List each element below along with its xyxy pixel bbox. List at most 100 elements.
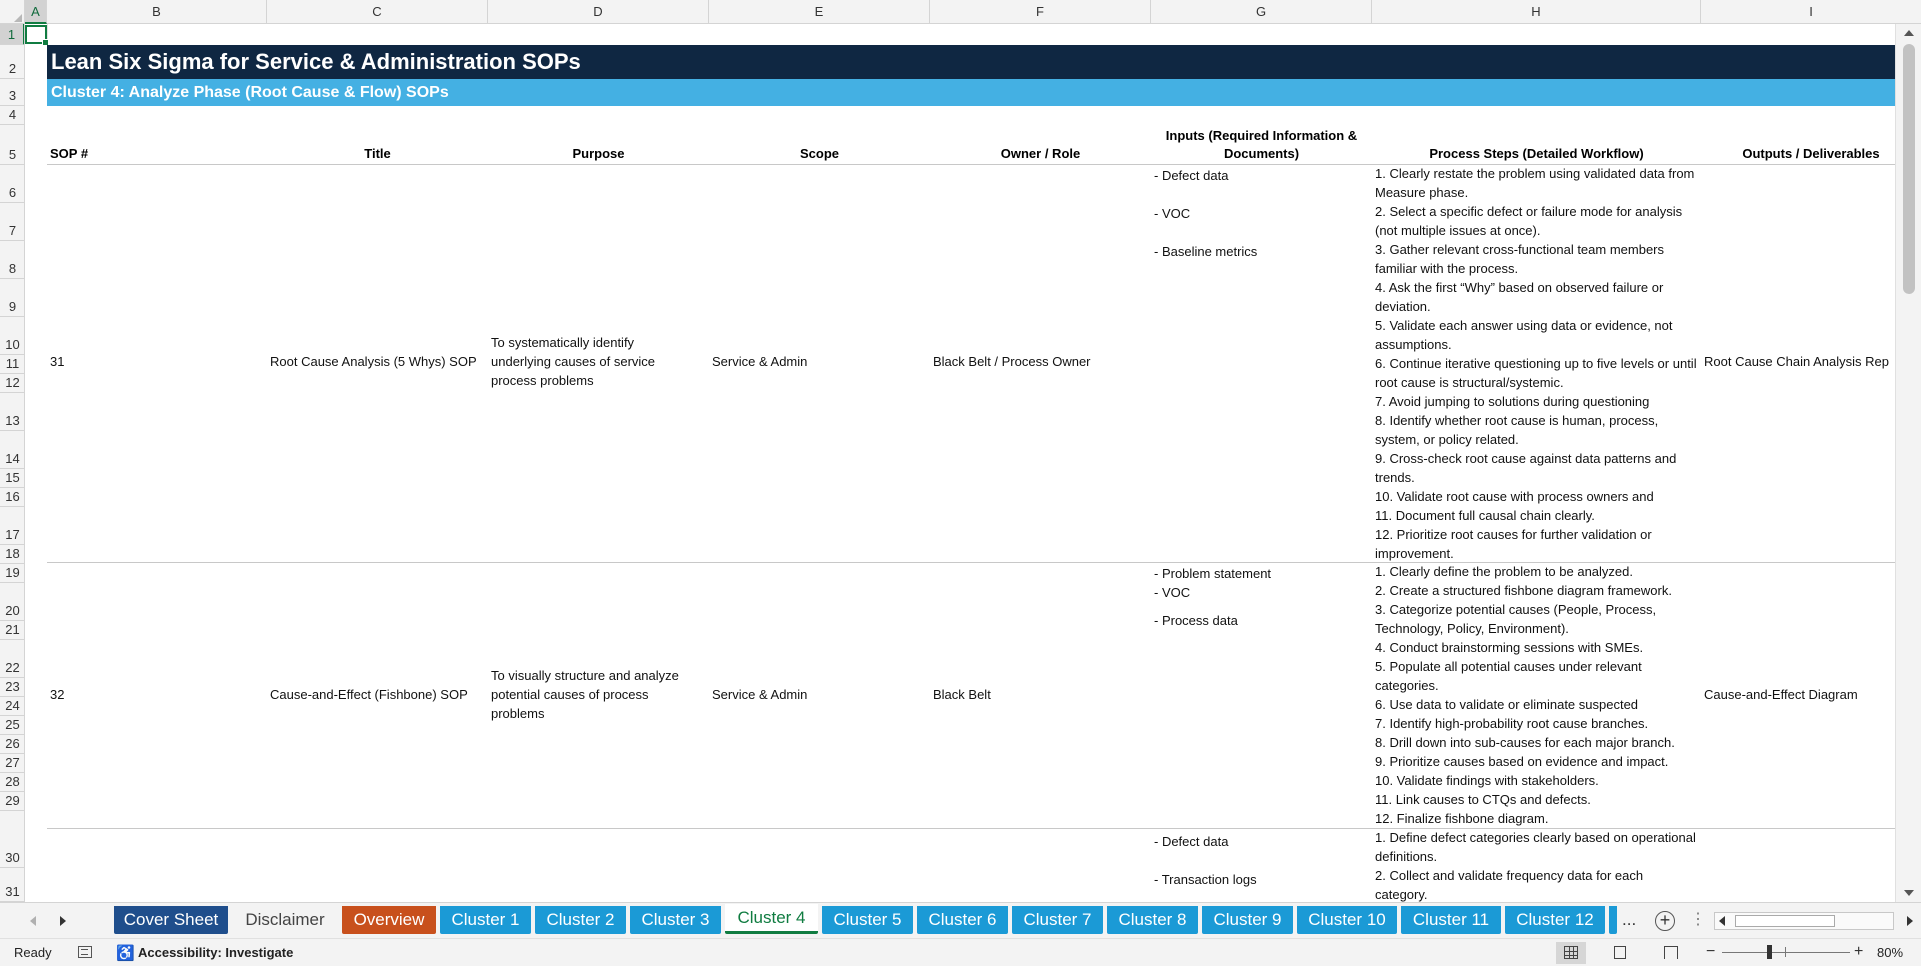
row-header[interactable]: 2 <box>0 45 24 79</box>
tab-options-icon[interactable]: ⋮ <box>1690 909 1706 929</box>
column-header-g[interactable]: G <box>1151 0 1372 24</box>
row-header[interactable]: 10 <box>0 317 24 355</box>
tab-cluster-11[interactable]: Cluster 11 <box>1401 906 1501 934</box>
scroll-up-arrow-icon[interactable] <box>1904 30 1914 36</box>
row-header[interactable]: 30 <box>0 811 24 868</box>
horizontal-scrollbar[interactable] <box>1714 912 1913 930</box>
cell-scope[interactable]: Service & Admin <box>709 352 810 371</box>
column-header-d[interactable]: D <box>488 0 709 24</box>
zoom-out-button[interactable]: − <box>1706 943 1715 961</box>
row-header[interactable]: 14 <box>0 431 24 469</box>
row-header[interactable]: 12 <box>0 374 24 393</box>
row-header[interactable]: 20 <box>0 583 24 621</box>
zoom-in-button[interactable]: + <box>1854 943 1863 961</box>
row-header[interactable]: 18 <box>0 545 24 564</box>
row-header[interactable]: 11 <box>0 355 24 374</box>
page-break-preview-icon <box>1664 946 1678 959</box>
row-header[interactable]: 3 <box>0 79 24 106</box>
row-header[interactable]: 22 <box>0 640 24 678</box>
row-header[interactable]: 4 <box>0 106 24 125</box>
column-header-b[interactable]: B <box>47 0 267 24</box>
scroll-right-arrow-icon[interactable] <box>1907 916 1913 926</box>
cell-purpose[interactable]: To visually structure and analyze potent… <box>488 666 703 723</box>
column-header-a[interactable]: A <box>25 0 47 24</box>
row-header[interactable]: 7 <box>0 203 24 241</box>
page-break-preview-button[interactable] <box>1656 942 1686 964</box>
scroll-thumb[interactable] <box>1903 44 1915 294</box>
row-header[interactable]: 15 <box>0 469 24 488</box>
cell-sop-number[interactable]: 32 <box>47 685 67 704</box>
row-header[interactable]: 28 <box>0 773 24 792</box>
column-header-i[interactable]: I <box>1701 0 1921 24</box>
cell-title[interactable]: Root Cause Analysis (5 Whys) SOP <box>267 352 480 371</box>
cell-purpose[interactable]: To systematically identify underlying ca… <box>488 333 688 390</box>
tab-cluster-3[interactable]: Cluster 3 <box>630 906 721 934</box>
row-header[interactable]: 6 <box>0 165 24 203</box>
select-all-button[interactable] <box>0 0 25 24</box>
tab-cluster-10[interactable]: Cluster 10 <box>1297 906 1397 934</box>
tab-cover-sheet[interactable]: Cover Sheet <box>114 906 228 934</box>
tab-disclaimer[interactable]: Disclaimer <box>232 906 338 934</box>
zoom-slider-thumb[interactable] <box>1767 945 1772 959</box>
tab-cluster-12[interactable]: Cluster 12 <box>1505 906 1605 934</box>
cell-process-steps[interactable]: 1. Clearly restate the problem using val… <box>1372 164 1702 563</box>
tab-partial[interactable] <box>1609 906 1617 934</box>
row-header[interactable]: 25 <box>0 716 24 735</box>
cell-owner[interactable]: Black Belt / Process Owner <box>930 352 1094 371</box>
tab-cluster-9[interactable]: Cluster 9 <box>1202 906 1293 934</box>
cell-title[interactable]: Cause-and-Effect (Fishbone) SOP <box>267 685 471 704</box>
row-header[interactable]: 26 <box>0 735 24 754</box>
scroll-left-arrow-icon[interactable] <box>1719 916 1725 926</box>
cell-process-steps[interactable]: 1. Clearly define the problem to be anal… <box>1372 562 1702 828</box>
row-header[interactable]: 24 <box>0 697 24 716</box>
tab-cluster-2[interactable]: Cluster 2 <box>535 906 626 934</box>
cell-scope[interactable]: Service & Admin <box>709 685 810 704</box>
horizontal-scroll-thumb[interactable] <box>1735 915 1835 927</box>
row-header[interactable]: 29 <box>0 792 24 811</box>
vertical-scrollbar[interactable] <box>1895 24 1921 902</box>
row-header[interactable]: 27 <box>0 754 24 773</box>
row-header[interactable]: 13 <box>0 393 24 431</box>
row-header[interactable]: 23 <box>0 678 24 697</box>
column-header-c[interactable]: C <box>267 0 488 24</box>
row-header[interactable]: 31 <box>0 868 24 902</box>
column-header-e[interactable]: E <box>709 0 930 24</box>
cell-outputs[interactable]: Cause-and-Effect Diagram <box>1701 685 1861 704</box>
row-header[interactable]: 19 <box>0 564 24 583</box>
tab-cluster-1[interactable]: Cluster 1 <box>440 906 531 934</box>
zoom-slider-track[interactable] <box>1722 952 1850 953</box>
add-sheet-icon[interactable]: + <box>1655 911 1675 931</box>
previous-sheet-icon[interactable] <box>30 916 36 926</box>
tab-cluster-4[interactable]: Cluster 4 <box>725 904 818 934</box>
tab-overview[interactable]: Overview <box>342 906 436 934</box>
row-header[interactable]: 16 <box>0 488 24 507</box>
row-header[interactable]: 5 <box>0 125 24 165</box>
next-sheet-icon[interactable] <box>60 916 66 926</box>
accessibility-icon[interactable]: ♿ <box>116 944 135 962</box>
accessibility-status[interactable]: Accessibility: Investigate <box>138 945 293 960</box>
row-header[interactable]: 21 <box>0 621 24 640</box>
tab-cluster-5[interactable]: Cluster 5 <box>822 906 913 934</box>
column-header-f[interactable]: F <box>930 0 1151 24</box>
cell-owner[interactable]: Black Belt <box>930 685 994 704</box>
macro-recording-icon[interactable] <box>78 946 92 958</box>
cell-outputs[interactable]: Root Cause Chain Analysis Rep <box>1701 352 1895 371</box>
zoom-level[interactable]: 80% <box>1877 945 1903 960</box>
active-cell-a1[interactable] <box>25 25 49 46</box>
row-header[interactable]: 1 <box>0 24 24 45</box>
scroll-down-arrow-icon[interactable] <box>1904 890 1914 896</box>
cell-process-steps[interactable]: 1. Define defect categories clearly base… <box>1372 828 1702 902</box>
row-header[interactable]: 8 <box>0 241 24 279</box>
worksheet-grid[interactable]: Lean Six Sigma for Service & Administrat… <box>25 24 1895 902</box>
row-header[interactable]: 9 <box>0 279 24 317</box>
tab-cluster-6[interactable]: Cluster 6 <box>917 906 1008 934</box>
row-header[interactable]: 17 <box>0 507 24 545</box>
step-item: 4. Conduct brainstorming sessions with S… <box>1375 640 1644 655</box>
column-header-h[interactable]: H <box>1372 0 1701 24</box>
page-layout-button[interactable] <box>1606 942 1636 964</box>
normal-view-button[interactable] <box>1556 942 1586 964</box>
tab-cluster-8[interactable]: Cluster 8 <box>1107 906 1198 934</box>
tab-cluster-7[interactable]: Cluster 7 <box>1012 906 1103 934</box>
cell-sop-number[interactable]: 31 <box>47 352 67 371</box>
more-tabs-button[interactable]: ... <box>1622 906 1636 934</box>
